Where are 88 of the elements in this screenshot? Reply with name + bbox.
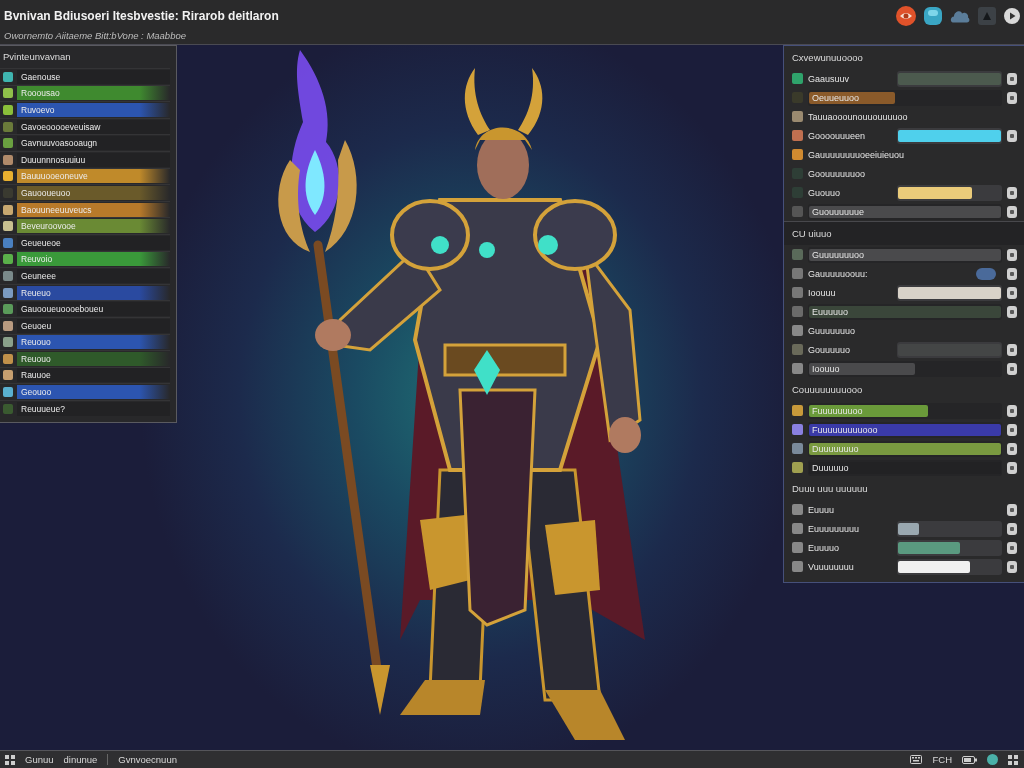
row-label: Guuuuuuuoo bbox=[811, 249, 866, 260]
row-label: Euuuuuo bbox=[811, 306, 850, 317]
list-item[interactable]: Gavoeooooeveuisaw bbox=[17, 119, 170, 134]
row-label: Duuuuuuuo bbox=[811, 443, 860, 454]
slider-handle[interactable] bbox=[1007, 362, 1017, 375]
slider-handle[interactable] bbox=[1007, 186, 1017, 199]
list-item[interactable]: Geuneee bbox=[17, 268, 170, 283]
pill-icon bbox=[976, 267, 996, 280]
row-label: Euuuuuuuuu bbox=[808, 523, 861, 534]
slider-handle[interactable] bbox=[1007, 343, 1017, 356]
list-item[interactable]: Duuunnnosuuiuu bbox=[17, 152, 170, 167]
slider-track[interactable] bbox=[897, 539, 1002, 556]
slider-handle[interactable] bbox=[1007, 248, 1017, 261]
list-item[interactable]: Rauuoe bbox=[17, 368, 170, 383]
row-label: Gaausuuv bbox=[808, 73, 851, 84]
row-label: Duuuuuo bbox=[811, 462, 850, 473]
list-item[interactable]: Reuuueue? bbox=[17, 401, 170, 416]
slider-handle[interactable] bbox=[1007, 461, 1017, 474]
row-label: Guouuo bbox=[808, 187, 842, 198]
status-text: Gunuu bbox=[25, 754, 54, 765]
row-label: Gouuuuuo bbox=[808, 344, 852, 355]
section-title: Couuuuuuuuooo bbox=[791, 383, 864, 397]
language-indicator[interactable]: FCH bbox=[932, 754, 952, 765]
slider-handle[interactable] bbox=[1007, 91, 1017, 104]
slider-handle[interactable] bbox=[1007, 72, 1017, 85]
list-item[interactable]: Gavnuuvoasooaugn bbox=[17, 136, 170, 151]
slider-track[interactable] bbox=[808, 402, 1002, 419]
status-text: dinunue bbox=[63, 754, 98, 765]
slider-handle[interactable] bbox=[1007, 267, 1017, 280]
tile-icon[interactable] bbox=[924, 7, 942, 25]
list-item[interactable]: Geueueoe bbox=[17, 235, 170, 250]
slider-handle[interactable] bbox=[1007, 560, 1017, 573]
row-label: Euuuuo bbox=[808, 542, 841, 553]
list-item[interactable]: Rooousao bbox=[17, 86, 170, 101]
list-item[interactable]: Ruvoevo bbox=[17, 103, 170, 117]
slider-handle[interactable] bbox=[1007, 205, 1017, 218]
row-label: Guouuuuuue bbox=[811, 206, 866, 217]
grid-icon[interactable] bbox=[1008, 754, 1018, 765]
app-title: Bvnivan Bdiusoeri Itesbvestie: Rirarob deitlaron bbox=[4, 9, 279, 23]
list-item[interactable]: Gauooueuoooeboueu bbox=[17, 302, 170, 317]
play-icon[interactable] bbox=[1004, 8, 1020, 24]
status-text: Gvnvoecnuun bbox=[118, 754, 177, 765]
slider-handle[interactable] bbox=[1007, 305, 1017, 318]
row-label: Gauuuuuoouu: bbox=[808, 268, 869, 279]
list-item[interactable]: Geouoo bbox=[17, 385, 170, 400]
list-item[interactable]: Reuouo bbox=[17, 335, 170, 350]
row-label: Fuuuuuuuoo bbox=[811, 405, 864, 416]
panel-title: Pvinteunvavnan bbox=[2, 50, 72, 64]
row-label: Guuuuuuuo bbox=[808, 325, 857, 336]
list-item[interactable]: Reueuo bbox=[17, 285, 170, 300]
slider-track[interactable] bbox=[897, 520, 1002, 537]
slider-handle[interactable] bbox=[1007, 522, 1017, 535]
row-label: Ioouuu bbox=[808, 287, 837, 298]
battery-icon[interactable] bbox=[962, 755, 977, 764]
slider-handle[interactable] bbox=[1007, 404, 1017, 417]
list-item[interactable]: Gauooueuoo bbox=[17, 185, 170, 200]
row-label: Ioouuo bbox=[811, 363, 841, 374]
slider-handle[interactable] bbox=[1007, 129, 1017, 142]
row-label: Vuuuuuuuu bbox=[808, 561, 855, 572]
section-title: Cxvewunuuoooo bbox=[791, 51, 864, 65]
cloud-icon[interactable] bbox=[950, 8, 970, 24]
list-item[interactable]: Gaenouse bbox=[17, 69, 170, 84]
list-item[interactable]: Reuouo bbox=[17, 351, 170, 366]
row-label: Euuuu bbox=[808, 504, 836, 515]
row-label: Goooouuueen bbox=[808, 130, 867, 141]
keyboard-icon[interactable] bbox=[910, 755, 923, 764]
slider-track[interactable] bbox=[808, 89, 1002, 106]
row-label: Goouuuuuuoo bbox=[808, 168, 867, 179]
slider-track[interactable] bbox=[808, 360, 1002, 377]
row-label: Tauuaooounouuouuuuoo bbox=[808, 111, 909, 122]
row-label: Gauuuuuuuuoeeiuieuou bbox=[808, 149, 906, 160]
slider-handle[interactable] bbox=[1007, 442, 1017, 455]
slider-handle[interactable] bbox=[1007, 286, 1017, 299]
slider-handle[interactable] bbox=[1007, 541, 1017, 554]
slider-handle[interactable] bbox=[1007, 423, 1017, 436]
eye-icon[interactable] bbox=[896, 6, 916, 26]
app-subtitle: Owornemto Aiitaeme Bitt:bVone : Maabboe bbox=[4, 30, 186, 41]
list-item[interactable]: Beveuroovooe bbox=[17, 219, 170, 234]
slider-track[interactable] bbox=[897, 558, 1002, 575]
grid-icon[interactable] bbox=[5, 754, 15, 765]
status-dot-icon[interactable] bbox=[987, 754, 998, 765]
slider-handle[interactable] bbox=[1007, 503, 1017, 516]
row-label: Fuuuuuuuuuooo bbox=[811, 424, 879, 435]
slider-track[interactable] bbox=[897, 184, 1002, 201]
list-item[interactable]: Geuoeu bbox=[17, 318, 170, 333]
row-label: Oeuueuuoo bbox=[811, 92, 861, 103]
section-title: Duuu uuu uuuuuu bbox=[791, 482, 869, 496]
section-title: CU uiuuo bbox=[784, 221, 1024, 245]
